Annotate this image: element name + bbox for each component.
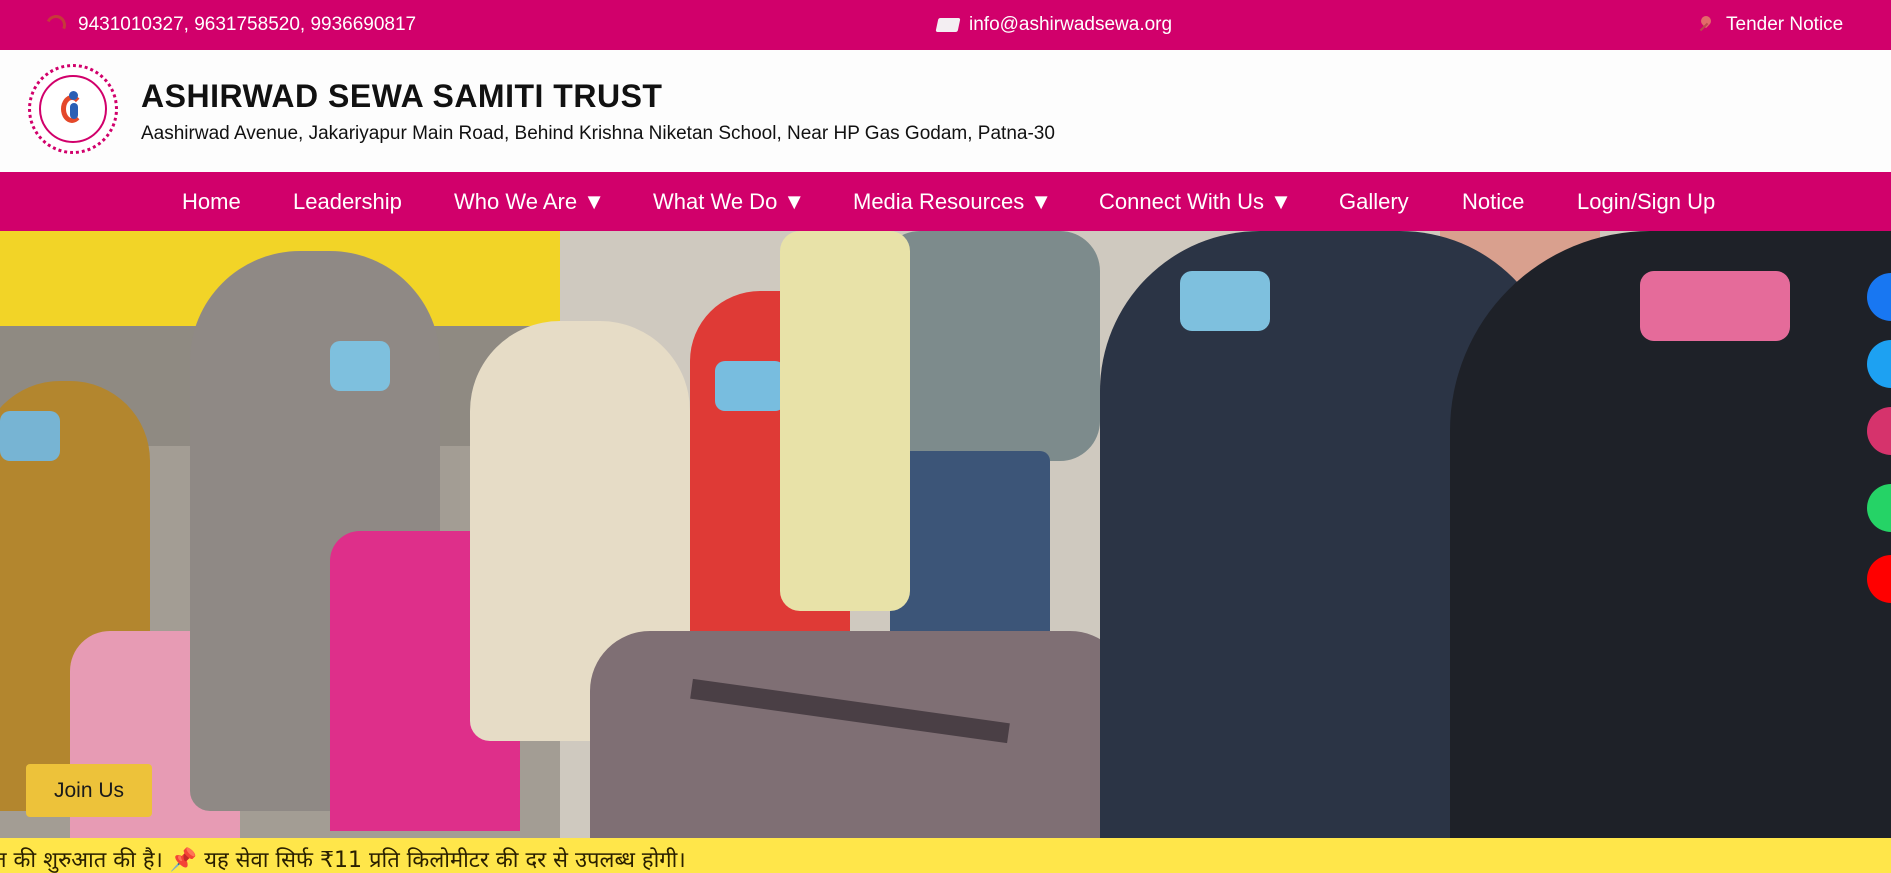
main-navigation: Home Leadership Who We Are ▼ What We Do … xyxy=(0,172,1891,231)
email-address[interactable]: info@ashirwadsewa.org xyxy=(969,14,1172,36)
nav-gallery[interactable]: Gallery xyxy=(1339,189,1409,215)
top-contact-bar: 9431010327, 9631758520, 9936690817 info@… xyxy=(0,0,1891,50)
face-mask xyxy=(1180,271,1270,331)
phone-contact[interactable]: 9431010327, 9631758520, 9936690817 xyxy=(43,12,416,38)
hero-banner-image xyxy=(0,231,1891,838)
nav-notice[interactable]: Notice xyxy=(1462,189,1524,215)
phone-numbers[interactable]: 9431010327, 9631758520, 9936690817 xyxy=(78,14,416,36)
blanket xyxy=(590,631,1130,838)
logo-emblem xyxy=(59,91,87,127)
phone-icon xyxy=(43,12,69,38)
ticker-text: त की शुरुआत की है। 📌 यह सेवा सिर्फ ₹11 प… xyxy=(0,848,686,873)
nav-home[interactable]: Home xyxy=(182,189,241,215)
join-us-button[interactable]: Join Us xyxy=(26,764,152,817)
nav-who-we-are[interactable]: Who We Are ▼ xyxy=(454,189,605,215)
person-grey-sweater xyxy=(880,231,1100,461)
person-yellow-dress xyxy=(780,231,910,611)
nav-login-signup[interactable]: Login/Sign Up xyxy=(1577,189,1715,215)
face-mask xyxy=(715,361,785,411)
pin-icon xyxy=(1698,16,1716,34)
site-title[interactable]: ASHIRWAD SEWA SAMITI TRUST xyxy=(141,78,662,115)
trust-logo[interactable] xyxy=(28,64,118,154)
nav-connect-with-us[interactable]: Connect With Us ▼ xyxy=(1099,189,1292,215)
face-mask xyxy=(0,411,60,461)
site-header: ASHIRWAD SEWA SAMITI TRUST Aashirwad Ave… xyxy=(0,50,1891,173)
pink-face-mask xyxy=(1640,271,1790,341)
nav-what-we-do[interactable]: What We Do ▼ xyxy=(653,189,805,215)
mail-icon xyxy=(935,18,961,32)
site-address: Aashirwad Avenue, Jakariyapur Main Road,… xyxy=(141,123,1055,144)
tender-notice-label[interactable]: Tender Notice xyxy=(1726,14,1843,36)
email-contact[interactable]: info@ashirwadsewa.org xyxy=(935,14,1172,36)
nav-media-resources[interactable]: Media Resources ▼ xyxy=(853,189,1052,215)
news-ticker: त की शुरुआत की है। 📌 यह सेवा सिर्फ ₹11 प… xyxy=(0,838,1891,873)
tender-notice-link[interactable]: Tender Notice xyxy=(1698,14,1843,36)
face-mask xyxy=(330,341,390,391)
nav-leadership[interactable]: Leadership xyxy=(293,189,402,215)
